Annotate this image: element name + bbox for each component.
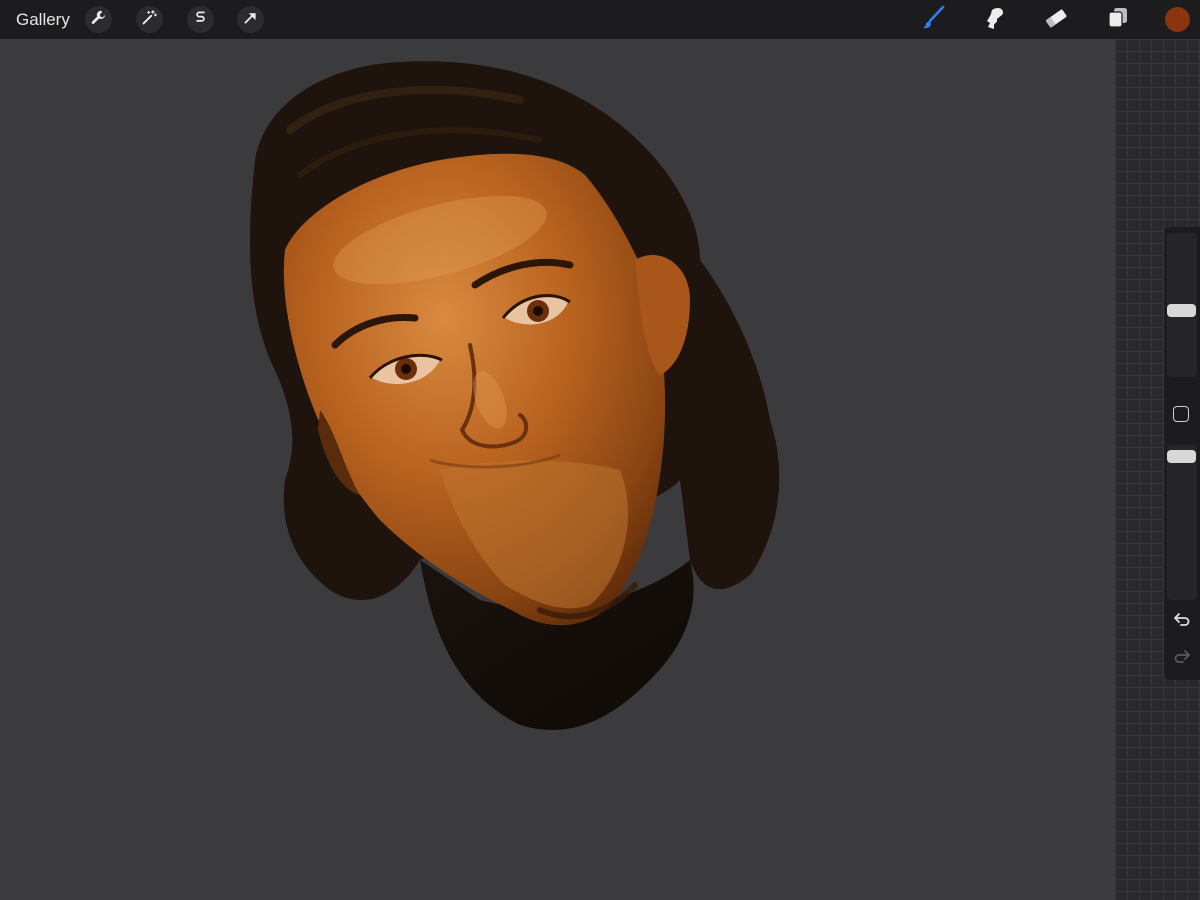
transform-button[interactable] <box>237 6 264 33</box>
actions-button[interactable] <box>85 6 112 33</box>
modify-square-button[interactable] <box>1173 406 1189 422</box>
top-toolbar: Gallery <box>0 0 1200 39</box>
color-picker-swatch[interactable] <box>1165 7 1190 32</box>
layers-button[interactable] <box>1103 5 1133 35</box>
smudge-icon <box>981 5 1007 36</box>
redo-icon <box>1173 647 1191 670</box>
opacity-slider[interactable] <box>1167 445 1197 600</box>
gallery-button[interactable]: Gallery <box>16 10 70 30</box>
layers-icon <box>1105 5 1131 36</box>
portrait-artwork <box>250 61 780 730</box>
magic-wand-icon <box>141 9 158 31</box>
smudge-tool-button[interactable] <box>979 5 1009 35</box>
adjustments-button[interactable] <box>136 6 163 33</box>
undo-button[interactable] <box>1172 611 1192 631</box>
eraser-tool-button[interactable] <box>1041 5 1071 35</box>
selection-button[interactable] <box>187 6 214 33</box>
brush-size-thumb[interactable] <box>1167 304 1196 317</box>
redo-button[interactable] <box>1172 648 1192 668</box>
selection-s-icon <box>192 9 209 31</box>
arrow-cursor-icon <box>242 9 259 31</box>
opacity-thumb[interactable] <box>1167 450 1196 463</box>
brush-tool-button[interactable] <box>918 5 948 35</box>
drawing-canvas[interactable] <box>0 39 1115 900</box>
brush-icon <box>919 4 947 37</box>
wrench-icon <box>90 9 107 31</box>
side-toolbar <box>1164 227 1200 680</box>
undo-icon <box>1173 610 1191 633</box>
eraser-icon <box>1043 5 1069 36</box>
